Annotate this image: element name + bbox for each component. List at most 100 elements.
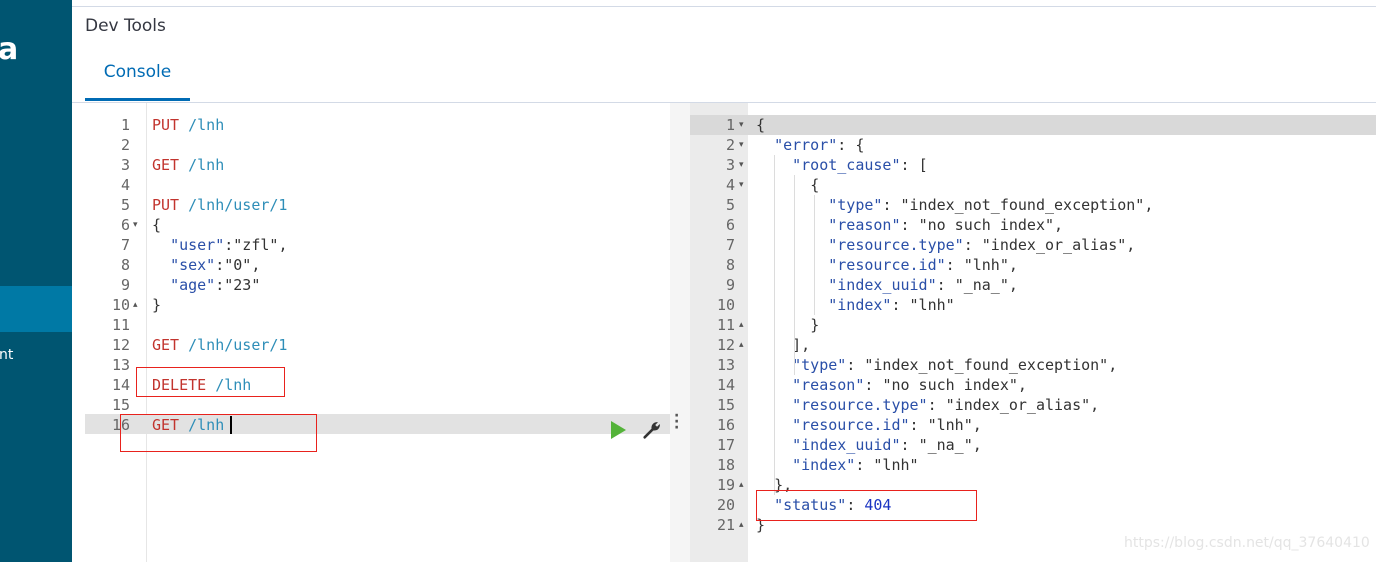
request-line-number: 8 [120,256,130,274]
response-code-line[interactable]: { [756,115,765,135]
response-code-line[interactable]: "index": "lnh" [756,455,919,475]
response-code-line[interactable]: "resource.id": "lnh", [756,415,982,435]
fold-expand-icon[interactable]: ▴ [739,475,744,495]
fold-collapse-icon[interactable]: ▾ [133,215,138,235]
request-line-number: 2 [120,136,130,154]
pane-resize-divider[interactable] [670,103,690,562]
code-text: { [152,216,162,234]
vertical-dots-icon[interactable]: · · · [674,409,679,435]
highlight-status-line [756,490,977,521]
request-code-line[interactable]: "sex":"0", [152,255,260,275]
fold-collapse-icon[interactable]: ▾ [739,135,744,155]
http-method: GET [152,156,180,174]
indent-guide [794,175,795,375]
fold-expand-icon[interactable]: ▴ [133,295,138,315]
code-text: "resource.id": "lnh", [828,256,1018,274]
response-line-number: 4 [725,176,735,194]
code-text: "reason": "no such index", [828,216,1064,234]
fold-expand-icon[interactable]: ▴ [739,315,744,335]
fold-collapse-icon[interactable]: ▾ [739,175,744,195]
request-line-number: 1 [120,116,130,134]
tab-console[interactable]: Console [85,52,190,102]
code-text: { [756,116,766,134]
request-code-line[interactable]: GET /lnh [152,155,224,175]
code-text: "error": { [774,136,865,154]
highlight-get-request [120,414,317,452]
response-line-number: 14 [716,376,735,394]
code-text: "index_uuid": "_na_", [828,276,1018,294]
code-text: } [810,316,820,334]
request-code-line[interactable]: } [152,295,161,315]
code-text: "resource.type": "index_or_alias", [828,236,1136,254]
response-code-line[interactable]: "index_uuid": "_na_", [756,435,982,455]
code-text: "index": "lnh" [828,296,955,314]
response-line-number: 17 [716,436,735,454]
fold-expand-icon[interactable]: ▴ [739,335,744,355]
response-line-number: 11 [716,316,735,334]
play-icon[interactable] [611,421,626,439]
code-text: "index": "lnh" [792,456,919,474]
request-code-line[interactable]: "user":"zfl", [152,235,287,255]
response-code-line[interactable]: "index_uuid": "_na_", [756,275,1018,295]
response-line-number: 8 [725,256,735,274]
request-path: /lnh [179,116,225,134]
sidebar: a nt [0,0,72,562]
response-line-number: 5 [725,196,735,214]
request-line-number: 6 [120,216,130,234]
fold-collapse-icon[interactable]: ▾ [739,115,744,135]
response-code-line[interactable]: "resource.type": "index_or_alias", [756,395,1099,415]
request-line-number: 7 [120,236,130,254]
response-line-number: 20 [716,496,735,514]
fold-expand-icon[interactable]: ▴ [739,515,744,535]
request-code-line[interactable]: PUT /lnh/user/1 [152,195,287,215]
fold-collapse-icon[interactable]: ▾ [739,155,744,175]
response-line-number: 6 [725,216,735,234]
http-method: PUT [152,196,180,214]
code-text: } [152,296,162,314]
response-code-line[interactable]: "resource.type": "index_or_alias", [756,235,1135,255]
app-logo[interactable]: a [0,32,18,67]
response-active-line [690,115,1376,135]
code-text: "age":"23" [170,276,261,294]
tab-active-indicator [85,98,190,101]
response-line-number: 19 [716,476,735,494]
request-line-number: 15 [111,396,130,414]
indent-guide [774,155,775,495]
wrench-icon[interactable] [641,419,663,441]
watermark: https://blog.csdn.net/qq_37640410 [1124,535,1370,551]
code-text: { [810,176,820,194]
request-code-line[interactable]: PUT /lnh [152,115,224,135]
request-code-line[interactable]: GET /lnh/user/1 [152,335,287,355]
response-line-number: 16 [716,416,735,434]
request-code-line[interactable]: { [152,215,161,235]
response-code-line[interactable]: } [756,315,819,335]
response-code-line[interactable]: "reason": "no such index", [756,375,1027,395]
request-line-number: 13 [111,356,130,374]
response-code-line[interactable]: "index": "lnh" [756,295,955,315]
sidebar-item-dev-tools[interactable] [0,286,72,332]
request-line-number: 11 [111,316,130,334]
code-text: "index_uuid": "_na_", [792,436,982,454]
response-code-line[interactable]: "reason": "no such index", [756,215,1063,235]
response-code-line[interactable]: "error": { [756,135,864,155]
code-text: "sex":"0", [170,256,261,274]
response-code-line[interactable]: "type": "index_not_found_exception", [756,355,1117,375]
response-line-number: 15 [716,396,735,414]
http-method: GET [152,336,180,354]
request-line-number: 9 [120,276,130,294]
response-code-line[interactable]: "root_cause": [ [756,155,927,175]
response-code-line[interactable]: { [756,175,819,195]
request-editor[interactable]: 1 PUT /lnh 2 3 GET /lnh 4 5 PUT /lnh/user/1 6 ▾ {7… [72,103,670,562]
response-code-line[interactable]: "type": "index_not_found_exception", [756,195,1153,215]
response-line-number: 3 [725,156,735,174]
response-code-line[interactable]: ], [756,335,810,355]
request-code-line[interactable]: "age":"23" [152,275,260,295]
request-line-number: 5 [120,196,130,214]
code-text: "type": "index_not_found_exception", [792,356,1118,374]
code-text: "type": "index_not_found_exception", [828,196,1154,214]
code-text: "reason": "no such index", [792,376,1027,394]
request-path: /lnh/user/1 [179,196,288,214]
sidebar-item-management[interactable]: nt [0,347,13,363]
response-code-line[interactable]: "resource.id": "lnh", [756,255,1018,275]
top-border [72,6,1376,7]
